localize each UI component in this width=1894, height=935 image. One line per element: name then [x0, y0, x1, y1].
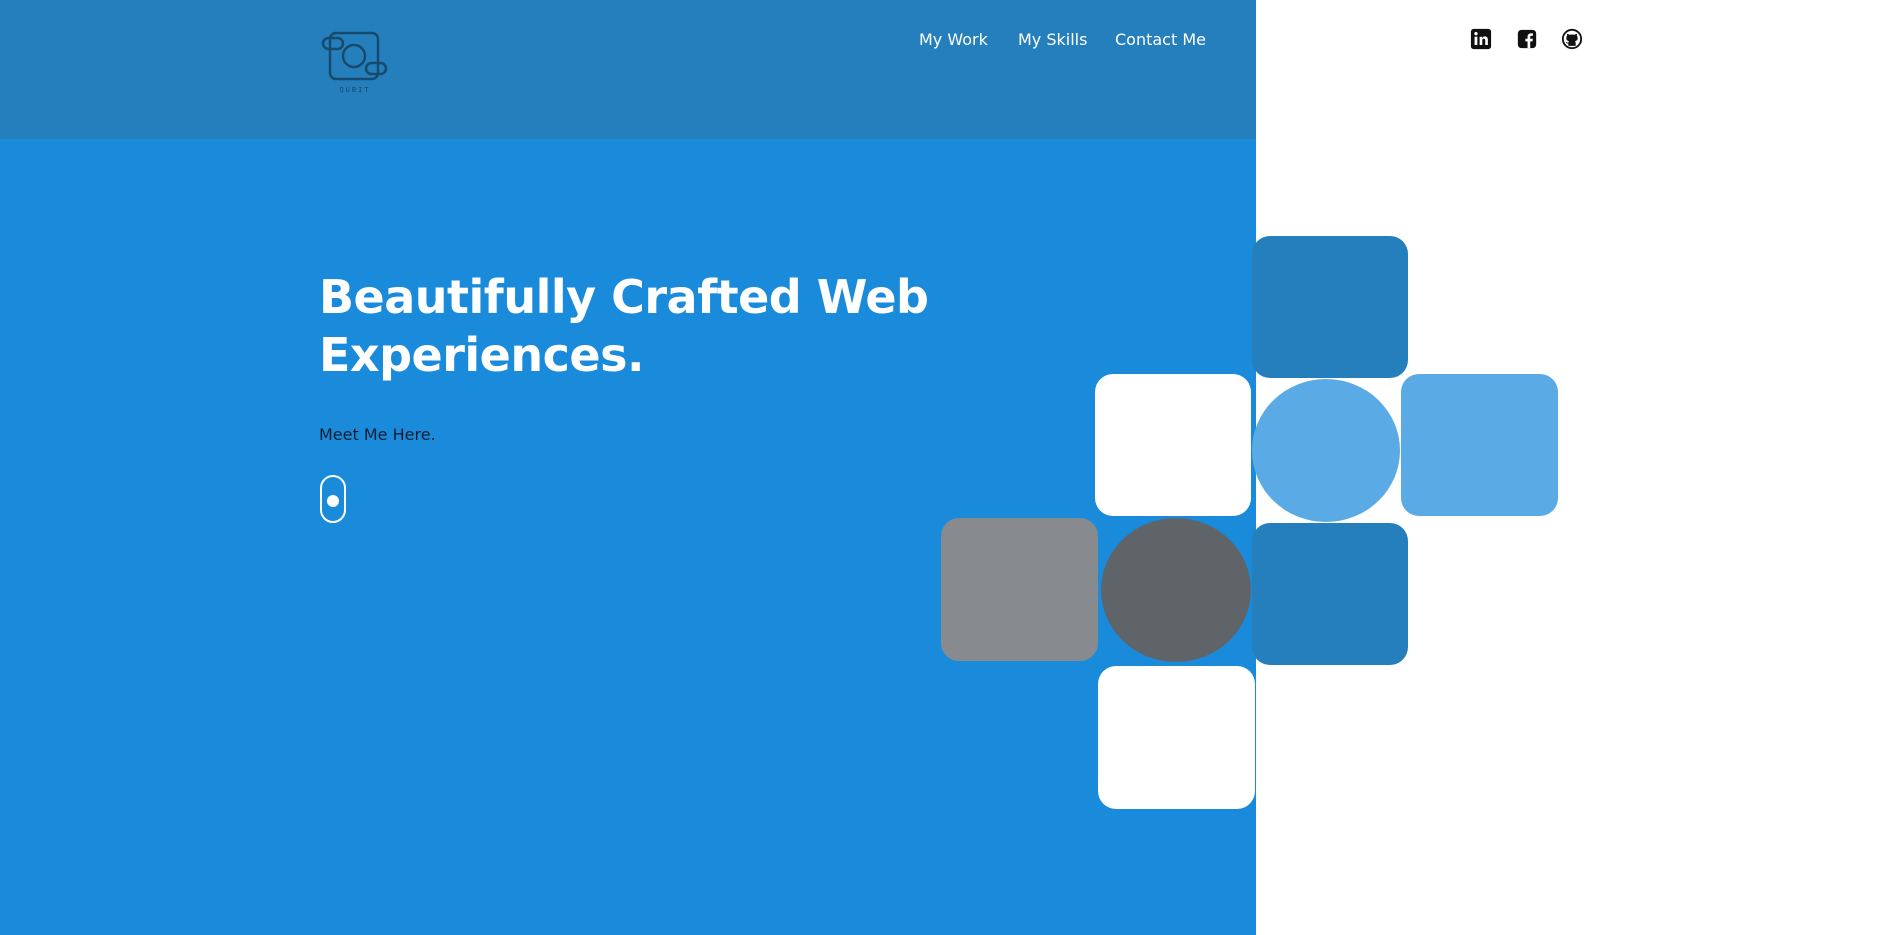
hero-headline-line2: Experiences. — [319, 328, 644, 382]
logo[interactable]: QUBIT — [318, 28, 392, 102]
tile-dark-gray-circle — [1101, 518, 1251, 662]
github-icon[interactable] — [1561, 28, 1585, 52]
nav-my-work[interactable]: My Work — [919, 30, 988, 54]
tile-dark-blue-bottom — [1252, 523, 1408, 665]
site-header: QUBIT My Work My Skills Contact Me — [0, 0, 1256, 139]
hero-headline: Beautifully Crafted Web Experiences. — [319, 268, 959, 384]
tile-light-blue-circle — [1252, 379, 1400, 522]
logo-text: QUBIT — [339, 86, 371, 94]
tile-white-bottom — [1098, 666, 1255, 809]
hero-panel — [0, 0, 1256, 935]
tile-gray — [941, 518, 1098, 661]
qubit-logo-icon — [321, 31, 388, 81]
mouse-scroll-icon[interactable] — [320, 475, 346, 523]
facebook-icon[interactable] — [1516, 28, 1540, 52]
nav-contact-me[interactable]: Contact Me — [1115, 30, 1206, 54]
hero-tagline: Meet Me Here. — [319, 425, 436, 444]
tile-dark-blue-top — [1252, 236, 1408, 378]
tile-light-blue-right — [1401, 374, 1558, 516]
nav-my-skills[interactable]: My Skills — [1018, 30, 1087, 54]
scroll-dot — [327, 495, 339, 507]
tile-white-left — [1095, 374, 1251, 516]
linkedin-icon[interactable] — [1470, 28, 1494, 52]
hero-headline-line1: Beautifully Crafted Web — [319, 270, 929, 324]
